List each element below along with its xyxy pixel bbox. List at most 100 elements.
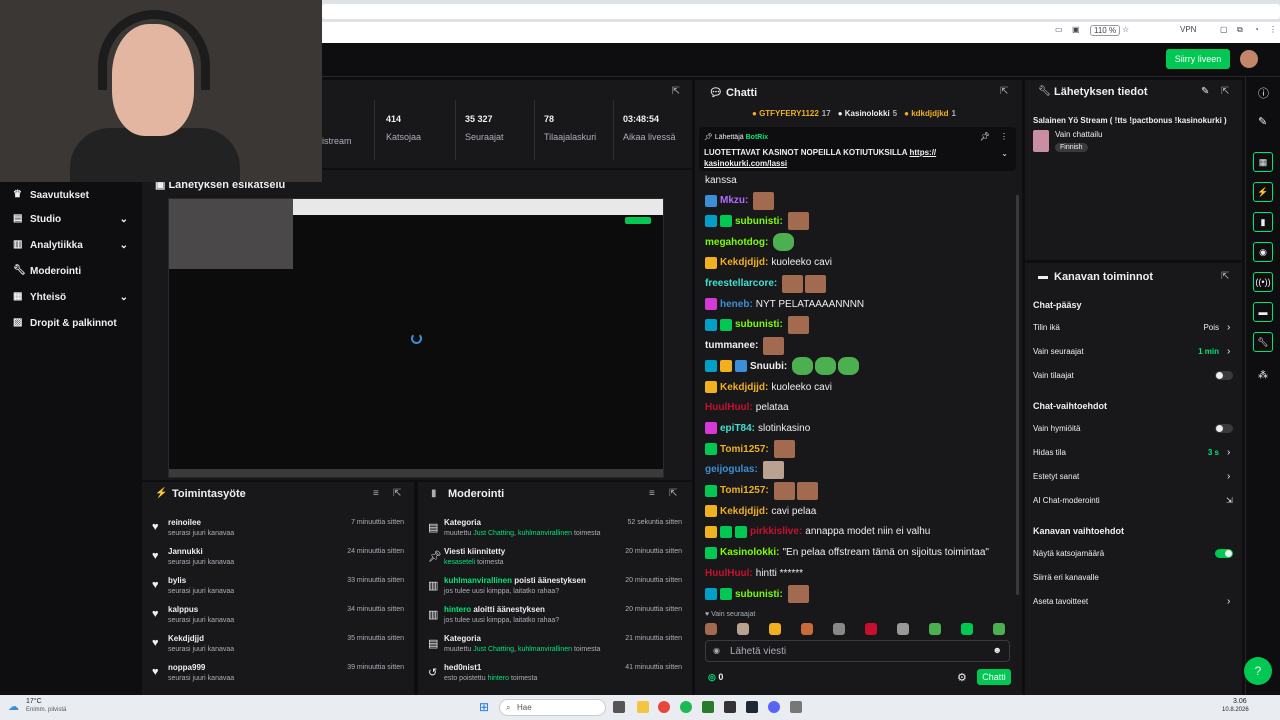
chat-message[interactable]: Kekdjdjjd: kuoleeko cavi	[705, 377, 832, 397]
setting-row[interactable]: AI Chat-moderointi	[1033, 496, 1100, 505]
popout-icon[interactable]: ⇱	[1221, 271, 1229, 282]
setting-row[interactable]: Siirrä eri kanavalle	[1033, 573, 1099, 582]
language-tag[interactable]: Finnish	[1055, 143, 1088, 152]
chat-username[interactable]: geijogulas:	[705, 464, 758, 475]
info-icon[interactable]: ⓘ	[1258, 85, 1269, 101]
chat-username[interactable]: Kekdjdjjd:	[720, 506, 768, 517]
discord-icon[interactable]	[768, 701, 780, 713]
toggle-switch[interactable]	[1215, 549, 1233, 558]
filter-icon[interactable]: ≡	[649, 488, 655, 499]
chat-username[interactable]: HuulHuul:	[705, 402, 753, 413]
rail-stats-button[interactable]: ▦	[1253, 152, 1273, 172]
chat-message[interactable]: Kasinolokki: "En pelaa offstream tämä on …	[705, 543, 989, 563]
steam-icon[interactable]	[746, 701, 758, 713]
sidebar-item-moderation[interactable]: 🔧︎ Moderointi	[0, 258, 140, 284]
zoom-indicator[interactable]: 110 %	[1090, 25, 1121, 36]
chat-message[interactable]: epiT84: slotinkasino	[705, 418, 810, 438]
chat-send-button[interactable]: Chatti	[977, 669, 1011, 685]
activity-item[interactable]: ♥ Kekdjdjjd seurasi juuri kanavaa 35 minuut…	[142, 630, 414, 659]
moderation-item[interactable]: ▥ hintero aloitti äänestyksen jos tulee uu…	[418, 601, 692, 630]
popout-icon[interactable]: ⇱	[669, 488, 677, 499]
chat-message[interactable]: Kekdjdjjd: kuoleeko cavi	[705, 253, 832, 273]
chat-username[interactable]: epiT84:	[720, 423, 755, 434]
gifter[interactable]: ● kdkdjdjkd 1	[904, 109, 956, 118]
popout-icon[interactable]: ⇱	[1221, 86, 1229, 97]
chat-username[interactable]: Mkzu:	[720, 195, 748, 206]
popout-icon[interactable]: ⇱	[672, 86, 680, 97]
emote-icon[interactable]	[801, 623, 813, 635]
emote-icon[interactable]	[865, 623, 877, 635]
chat-username[interactable]: Tomi1257:	[720, 485, 769, 496]
chevron-right-icon[interactable]: ›	[1227, 346, 1230, 357]
activity-item[interactable]: ♥ kalppus seurasi juuri kanavaa 34 minuutti…	[142, 601, 414, 630]
stream-category[interactable]: Vain chattailu	[1055, 130, 1102, 139]
chat-message[interactable]: Mkzu:	[705, 191, 775, 211]
chat-username[interactable]: Tomi1257:	[720, 444, 769, 455]
chat-message[interactable]: Tomi1257:	[705, 439, 795, 459]
gifter[interactable]: ● Kasinolokki 5	[838, 109, 897, 118]
emote-icon[interactable]	[833, 623, 845, 635]
help-icon[interactable]: ?	[1244, 657, 1272, 685]
emoji-icon[interactable]: ☻	[993, 645, 1002, 655]
filter-icon[interactable]: ≡	[373, 488, 379, 499]
taskbar-search[interactable]: ⌕ Hae	[499, 699, 606, 716]
apps-icon[interactable]: ⁂	[1258, 370, 1268, 381]
chat-username[interactable]: tummanee:	[705, 340, 758, 351]
emote-icon[interactable]	[993, 623, 1005, 635]
more-icon[interactable]: ⋮	[1000, 132, 1008, 141]
emote-icon[interactable]	[769, 623, 781, 635]
chat-username[interactable]: pirkkislive:	[750, 526, 802, 537]
emote-icon[interactable]	[929, 623, 941, 635]
chat-message[interactable]: heneb: NYT PELATAAAANNNN	[705, 294, 864, 314]
chat-message[interactable]: pirkkislive: annappa modet niin ei valhu	[705, 522, 930, 542]
chat-username[interactable]: megahotdog:	[705, 237, 768, 248]
chevron-right-icon[interactable]: ›	[1227, 596, 1230, 607]
chat-message[interactable]: HuulHuul: pelataa	[705, 398, 789, 418]
chat-message[interactable]: Tomi1257:	[705, 481, 818, 501]
emote-icon[interactable]	[961, 623, 973, 635]
activity-item[interactable]: ♥ noppa999 seurasi juuri kanavaa 39 minuutt…	[142, 659, 414, 688]
chat-input[interactable]: ◉ Lähetä viesti ☻	[705, 640, 1010, 662]
bookmark-icon[interactable]: ▭	[1055, 25, 1063, 34]
moderation-item[interactable]: 📌︎ Viesti kiinnitetty kesaseteli toimesta 2…	[418, 543, 692, 572]
chevron-down-icon[interactable]: ⌄	[1001, 149, 1008, 158]
sidebar-item-studio[interactable]: ▤ Studio ⌄	[0, 206, 140, 232]
emote-icon[interactable]	[737, 623, 749, 635]
setting-row[interactable]: Näytä katsojamäärä	[1033, 549, 1104, 558]
chat-username[interactable]: subunisti:	[735, 216, 783, 227]
emote-icon[interactable]	[705, 623, 717, 635]
chat-username[interactable]: freestellarcore:	[705, 278, 777, 289]
sidebar-item-analytics[interactable]: ▥ Analytiikka ⌄	[0, 232, 140, 258]
chat-message[interactable]: subunisti:	[705, 584, 809, 604]
file-explorer-icon[interactable]	[637, 701, 649, 713]
extensions-icon[interactable]: ⧉	[1237, 25, 1243, 35]
avatar[interactable]	[1240, 50, 1258, 68]
pin-icon[interactable]: 📌︎	[980, 132, 990, 141]
chat-username[interactable]: Kekdjdjjd:	[720, 382, 768, 393]
setting-row[interactable]: Estetyt sanat	[1033, 472, 1079, 481]
setting-row[interactable]: Aseta tavoitteet	[1033, 597, 1088, 606]
sidebar-item-community[interactable]: ▦ Yhteisö ⌄	[0, 284, 140, 310]
rail-chat-button[interactable]: ◉	[1253, 242, 1273, 262]
edit-icon[interactable]: ✎	[1201, 86, 1209, 97]
spotify-icon[interactable]	[680, 701, 692, 713]
setting-row[interactable]: Vain tilaajat	[1033, 371, 1074, 380]
moderation-item[interactable]: ▤ Kategoria muutettu Just Chatting, kuhlma…	[418, 514, 692, 543]
chat-username[interactable]: Snuubi:	[750, 361, 787, 372]
profile-icon[interactable]: ◔	[1254, 25, 1259, 34]
chat-username[interactable]: Kasinolokki:	[720, 547, 779, 558]
pencil-icon[interactable]: ✎	[1258, 115, 1267, 128]
chat-message[interactable]: kanssa	[705, 170, 737, 190]
vpn-badge[interactable]: VPN	[1180, 25, 1196, 34]
setting-row[interactable]: Hidas tila	[1033, 448, 1066, 457]
activity-item[interactable]: ♥ Jannukki seurasi juuri kanavaa 24 minuutt…	[142, 543, 414, 572]
chat-username[interactable]: heneb:	[720, 299, 753, 310]
address-bar[interactable]	[322, 4, 1280, 19]
setting-row[interactable]: Vain hymiöitä	[1033, 424, 1080, 433]
sidebar-item-achievements[interactable]: ♛ Saavutukset	[0, 182, 140, 208]
chat-message[interactable]: HuulHuul: hintti ******	[705, 563, 803, 583]
gifter[interactable]: ● GTFYFERY1122 17	[752, 109, 831, 118]
toggle-switch[interactable]	[1215, 371, 1233, 380]
chat-message[interactable]: freestellarcore:	[705, 274, 827, 294]
wallet-icon[interactable]: ▢	[1220, 25, 1228, 34]
